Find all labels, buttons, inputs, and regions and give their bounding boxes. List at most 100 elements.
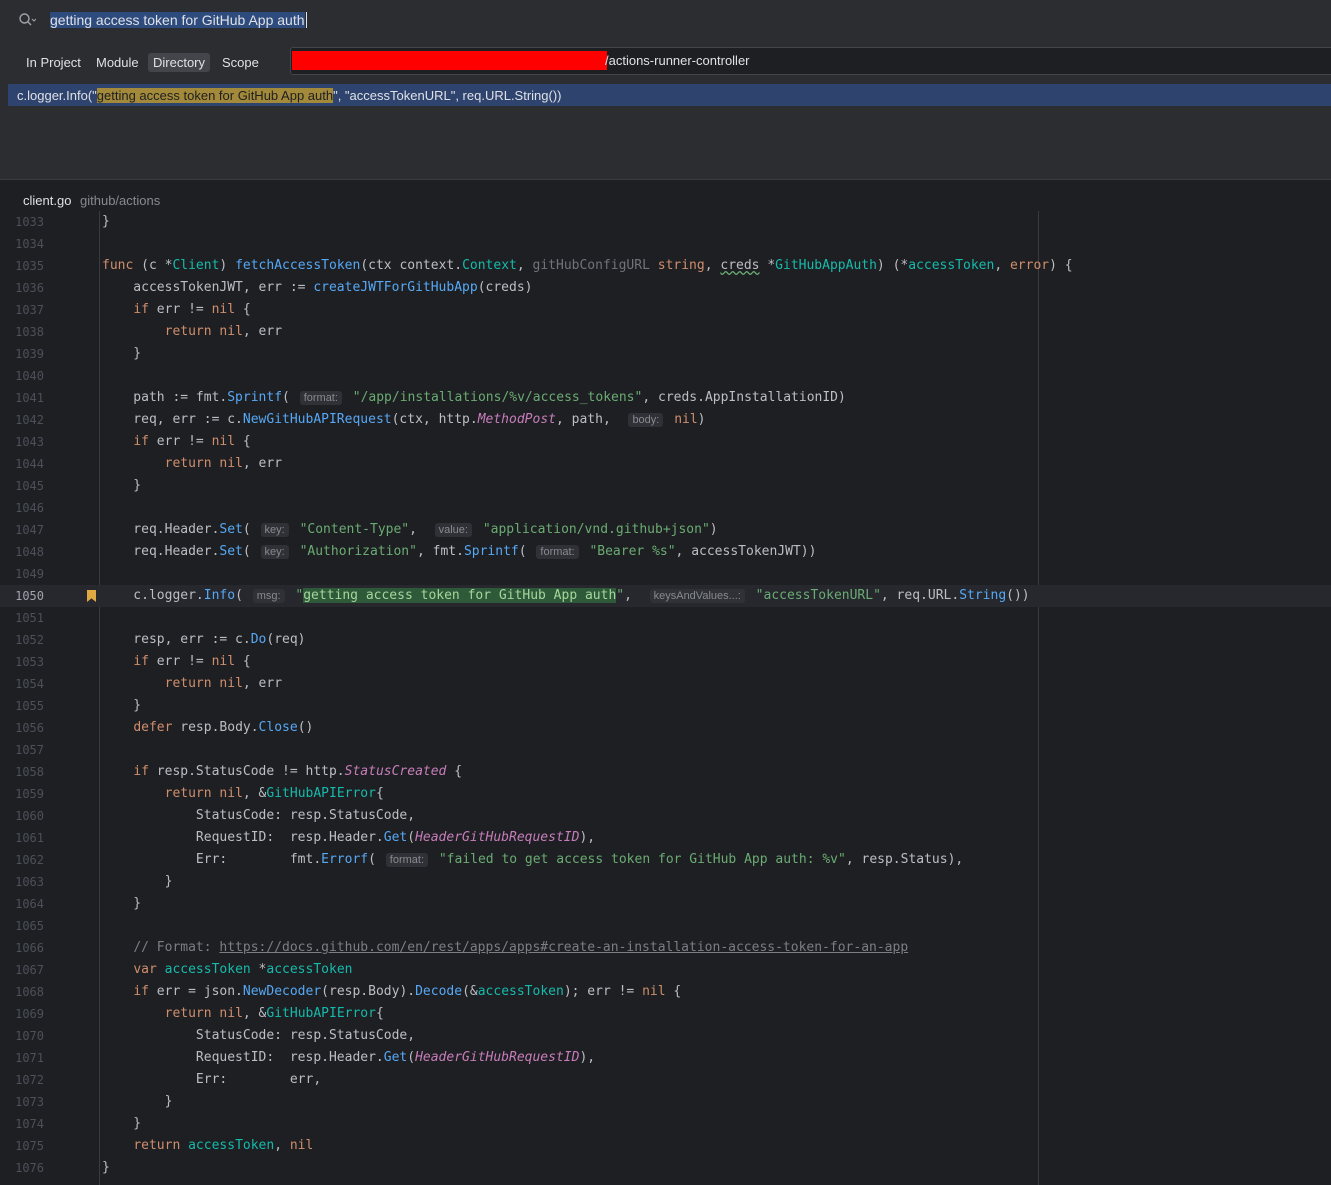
redacted-path (292, 51, 607, 70)
search-input[interactable]: getting access token for GitHub App auth (50, 12, 307, 28)
code-line[interactable]: 1052 resp, err := c.Do(req) (0, 629, 1331, 651)
result-text: c.logger.Info("getting access token for … (17, 88, 562, 103)
line-number: 1040 (15, 369, 44, 383)
code-line[interactable]: 1075 return accessToken, nil (0, 1135, 1331, 1157)
code-line[interactable]: 1062 Err: fmt.Errorf( format: "failed to… (0, 849, 1331, 871)
code-line[interactable]: 1042 req, err := c.NewGitHubAPIRequest(c… (0, 409, 1331, 431)
code-line[interactable]: 1057 (0, 739, 1331, 761)
code-line[interactable]: 1068 if err = json.NewDecoder(resp.Body)… (0, 981, 1331, 1003)
code-line[interactable]: 1039 } (0, 343, 1331, 365)
code-line[interactable]: 1067 var accessToken *accessToken (0, 959, 1331, 981)
line-number: 1035 (15, 259, 44, 273)
tab-in-project[interactable]: In Project (21, 53, 86, 72)
code-text: RequestID: resp.Header.Get(HeaderGitHubR… (102, 830, 596, 845)
code-line[interactable]: 1053 if err != nil { (0, 651, 1331, 673)
code-text: if err = json.NewDecoder(resp.Body).Deco… (133, 984, 682, 999)
line-number: 1038 (15, 325, 44, 339)
code-text: accessTokenJWT, err := createJWTForGitHu… (102, 280, 533, 295)
code-line[interactable]: 1046 (0, 497, 1331, 519)
tab-directory[interactable]: Directory (148, 53, 211, 72)
line-number: 1074 (15, 1117, 44, 1131)
bookmark-icon[interactable] (87, 590, 96, 602)
code-text: if err != nil { (133, 654, 251, 669)
code-line[interactable]: 1076} (0, 1157, 1331, 1179)
code-line[interactable]: 1063 } (0, 871, 1331, 893)
line-number: 1043 (15, 435, 44, 449)
code-text: } (102, 1160, 110, 1175)
code-line[interactable]: 1059 return nil, &GitHubAPIError{ (0, 783, 1331, 805)
code-line[interactable]: 1038 return nil, err (0, 321, 1331, 343)
code-line[interactable]: 1054 return nil, err (0, 673, 1331, 695)
line-number: 1053 (15, 655, 44, 669)
code-line[interactable]: 1073 } (0, 1091, 1331, 1113)
code-text: path := fmt.Sprintf( format: "/app/insta… (102, 390, 846, 405)
line-number: 1059 (15, 787, 44, 801)
tab-scope[interactable]: Scope (217, 53, 264, 72)
code-text: StatusCode: resp.StatusCode, (102, 808, 416, 823)
code-line[interactable]: 1061 RequestID: resp.Header.Get(HeaderGi… (0, 827, 1331, 849)
code-line[interactable]: 1040 (0, 365, 1331, 387)
search-query-text: getting access token for GitHub App auth (50, 12, 305, 28)
code-line[interactable]: 1048 req.Header.Set( key: "Authorization… (0, 541, 1331, 563)
code-line[interactable]: 1047 req.Header.Set( key: "Content-Type"… (0, 519, 1331, 541)
code-text: return nil, err (164, 676, 283, 691)
results-panel: c.logger.Info("getting access token for … (0, 82, 1331, 179)
line-number: 1055 (15, 699, 44, 713)
code-line[interactable]: 1035 func (c *Client) fetchAccessToken(ct… (0, 255, 1331, 277)
code-line[interactable]: 1041 path := fmt.Sprintf( format: "/app/… (0, 387, 1331, 409)
code-line[interactable]: 1043 if err != nil { (0, 431, 1331, 453)
line-number: 1050 (15, 589, 44, 603)
code-text: return accessToken, nil (133, 1138, 314, 1153)
code-line[interactable]: 1074 } (0, 1113, 1331, 1135)
code-line[interactable]: 1070 StatusCode: resp.StatusCode, (0, 1025, 1331, 1047)
line-number: 1068 (15, 985, 44, 999)
code-line[interactable]: 1069 return nil, &GitHubAPIError{ (0, 1003, 1331, 1025)
code-text: return nil, err (164, 456, 283, 471)
code-line[interactable]: 1050 c.logger.Info( msg: "getting access… (0, 585, 1331, 607)
result-match: getting access token for GitHub App auth (96, 88, 334, 103)
code-text: } (102, 478, 142, 493)
code-line[interactable]: 1044 return nil, err (0, 453, 1331, 475)
code-text: return nil, &GitHubAPIError{ (164, 1006, 384, 1021)
code-line[interactable]: 1045 } (0, 475, 1331, 497)
line-number: 1052 (15, 633, 44, 647)
line-number: 1065 (15, 919, 44, 933)
line-number: 1064 (15, 897, 44, 911)
tab-module[interactable]: Module (91, 53, 144, 72)
code-line[interactable]: 1033} (0, 211, 1331, 233)
code-line[interactable]: 1037 if err != nil { (0, 299, 1331, 321)
line-number: 1067 (15, 963, 44, 977)
code-line[interactable]: 1066 // Format: https://docs.github.com/… (0, 937, 1331, 959)
code-text: req, err := c.NewGitHubAPIRequest(ctx, h… (102, 412, 706, 427)
code-editor[interactable]: 1033} 1034 1035 func (c *Client) fetchAcces… (0, 211, 1331, 1185)
code-text: defer resp.Body.Close() (133, 720, 314, 735)
code-line[interactable]: 1034 (0, 233, 1331, 255)
code-line[interactable]: 1055 } (0, 695, 1331, 717)
line-number: 1051 (15, 611, 44, 625)
code-line[interactable]: 1071 RequestID: resp.Header.Get(HeaderGi… (0, 1047, 1331, 1069)
code-line[interactable]: 1051 (0, 607, 1331, 629)
code-text: req.Header.Set( key: "Content-Type", val… (102, 522, 718, 537)
line-number: 1057 (15, 743, 44, 757)
code-text: RequestID: resp.Header.Get(HeaderGitHubR… (102, 1050, 596, 1065)
code-line[interactable]: 1058 if resp.StatusCode != http.StatusCr… (0, 761, 1331, 783)
code-line[interactable]: 1056 defer resp.Body.Close() (0, 717, 1331, 739)
line-number: 1039 (15, 347, 44, 361)
line-number: 1046 (15, 501, 44, 515)
result-row[interactable]: c.logger.Info("getting access token for … (8, 84, 1331, 106)
code-text: c.logger.Info( msg: "getting access toke… (102, 588, 1030, 603)
code-line[interactable]: 1065 (0, 915, 1331, 937)
code-text: } (102, 214, 110, 229)
code-line[interactable]: 1060 StatusCode: resp.StatusCode, (0, 805, 1331, 827)
code-line[interactable]: 1036 accessTokenJWT, err := createJWTFor… (0, 277, 1331, 299)
line-number: 1072 (15, 1073, 44, 1087)
line-number: 1041 (15, 391, 44, 405)
code-line[interactable]: 1064 } (0, 893, 1331, 915)
code-line[interactable]: 1049 (0, 563, 1331, 585)
line-number: 1048 (15, 545, 44, 559)
result-suffix: ", "accessTokenURL", req.URL.String()) (333, 88, 562, 103)
code-line[interactable]: 1072 Err: err, (0, 1069, 1331, 1091)
directory-field[interactable]: /actions-runner-controller (290, 47, 1331, 75)
line-number: 1033 (15, 215, 44, 229)
search-icon[interactable] (18, 12, 36, 28)
